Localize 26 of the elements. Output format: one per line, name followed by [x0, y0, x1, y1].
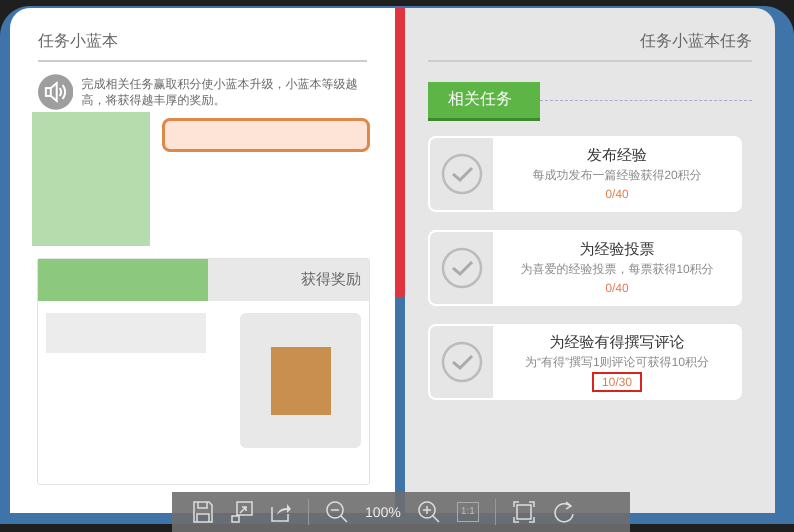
speaker-icon — [38, 74, 74, 110]
redacted-block — [270, 346, 330, 414]
task-description: 为“有得”撰写1则评论可获得10积分 — [524, 354, 709, 370]
task-title: 发布经验 — [587, 146, 647, 166]
page-title: 任务小蓝本 — [38, 30, 367, 62]
page-title: 任务小蓝本任务 — [428, 30, 752, 62]
task-progress: 0/40 — [605, 280, 629, 296]
task-title: 为经验投票 — [580, 240, 654, 260]
task-description: 为喜爱的经验投票，每票获得10积分 — [520, 260, 714, 278]
checkmark-icon — [440, 153, 482, 195]
task-description: 每成功发布一篇经验获得20积分 — [532, 166, 702, 184]
task-title: 为经验有得撰写评论 — [550, 332, 684, 352]
save-icon[interactable] — [192, 500, 214, 524]
reward-heading: 获得奖励 — [301, 270, 361, 290]
zoom-out-icon[interactable] — [325, 500, 349, 524]
task-progress: 0/40 — [605, 186, 629, 202]
resize-icon[interactable] — [230, 500, 254, 524]
rotate-icon[interactable] — [552, 500, 576, 524]
zoom-in-icon[interactable] — [416, 500, 441, 524]
fullscreen-icon[interactable] — [512, 500, 536, 524]
checkmark-icon — [440, 341, 482, 383]
notice-text: 完成相关任务赢取积分使小蓝本升级，小蓝本等级越高，将获得越丰厚的奖励。 — [81, 76, 358, 108]
actual-size-button[interactable]: 1:1 — [456, 502, 479, 522]
task-progress: 10/30 — [592, 372, 642, 392]
zoom-level: 100% — [365, 502, 401, 522]
checkmark-icon — [440, 247, 482, 289]
